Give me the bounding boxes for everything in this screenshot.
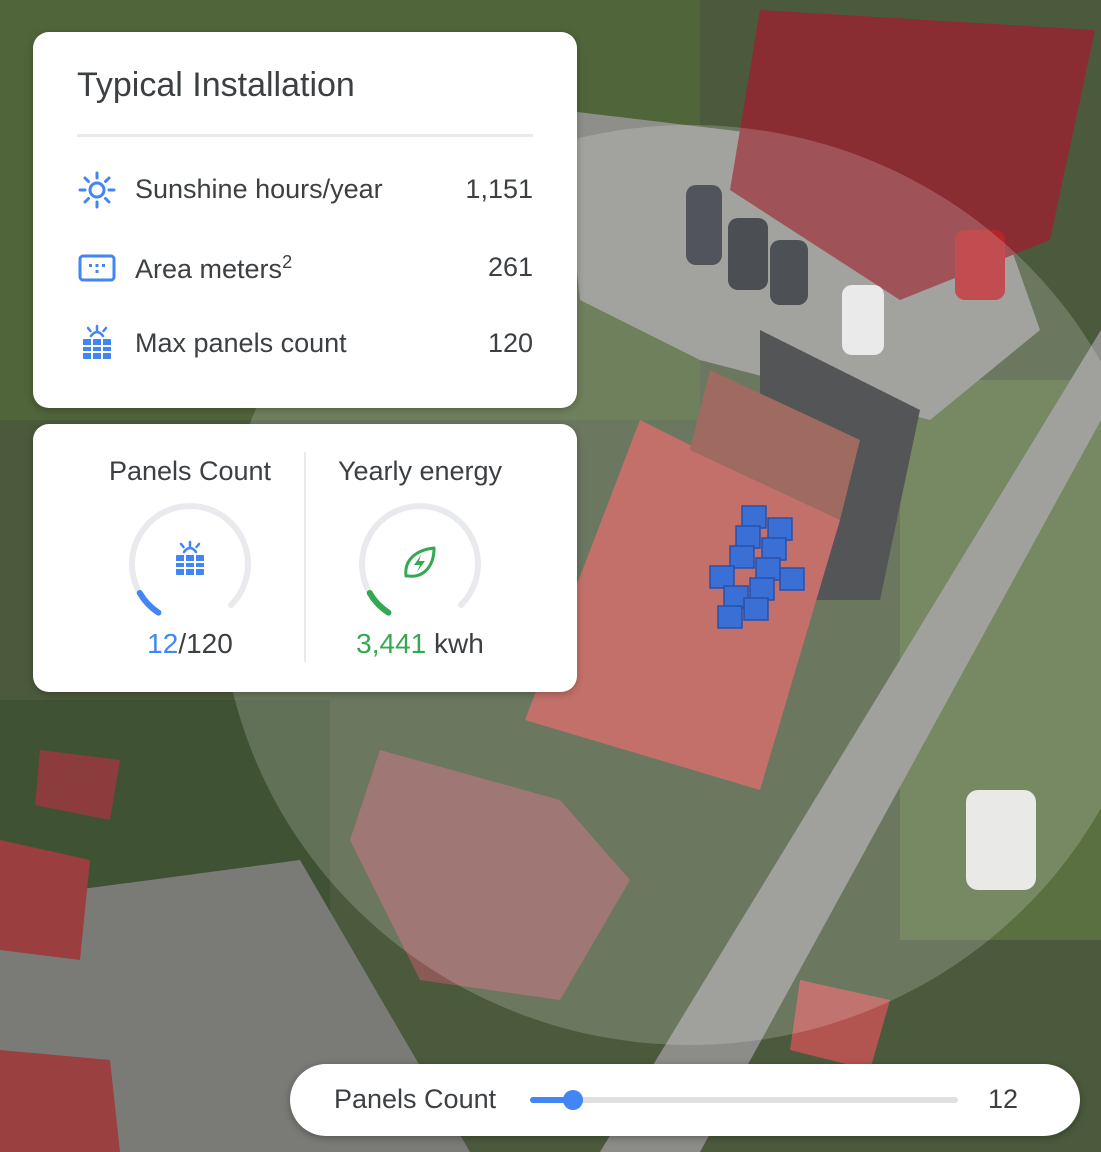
- stat-row-sunshine: Sunshine hours/year 1,151: [77, 170, 533, 210]
- divider: [77, 134, 533, 137]
- stat-value: 1,151: [465, 174, 533, 204]
- stat-label: Max panels count: [135, 328, 347, 358]
- gauges-card: Panels Count 12/120 Yearly energy 3,441 …: [33, 424, 577, 692]
- panels-gauge-title: Panels Count: [108, 456, 272, 486]
- card-title: Typical Installation: [77, 66, 355, 104]
- slider-label: Panels Count: [334, 1084, 497, 1114]
- panels-gauge-readout: 12/120: [147, 628, 233, 659]
- sun-icon: [77, 170, 117, 210]
- stat-label: Area meters2: [135, 252, 293, 284]
- typical-installation-card: Typical Installation Sunshine hours/year…: [33, 32, 577, 408]
- eco-bolt-icon: [404, 546, 436, 578]
- slider-thumb[interactable]: [562, 1090, 583, 1110]
- slider-value: 12: [987, 1084, 1018, 1114]
- stat-row-max-panels: Max panels count 120: [77, 324, 533, 364]
- yearly-energy-gauge: [359, 502, 481, 616]
- panels-count-slider[interactable]: [530, 1090, 958, 1110]
- energy-gauge-title: Yearly energy: [337, 456, 503, 486]
- panels-count-slider-bar: Panels Count 12: [290, 1064, 1080, 1136]
- stat-value: 120: [487, 328, 533, 358]
- stat-value: 261: [487, 252, 533, 282]
- energy-gauge-readout: 3,441 kwh: [356, 628, 484, 659]
- panels-count-gauge: [129, 502, 251, 616]
- area-icon: [77, 248, 117, 288]
- stat-label: Sunshine hours/year: [135, 174, 383, 204]
- stat-row-area: Area meters2 261: [77, 248, 533, 288]
- solar-panel-icon: [176, 540, 204, 575]
- solar-panel-icon: [77, 324, 117, 364]
